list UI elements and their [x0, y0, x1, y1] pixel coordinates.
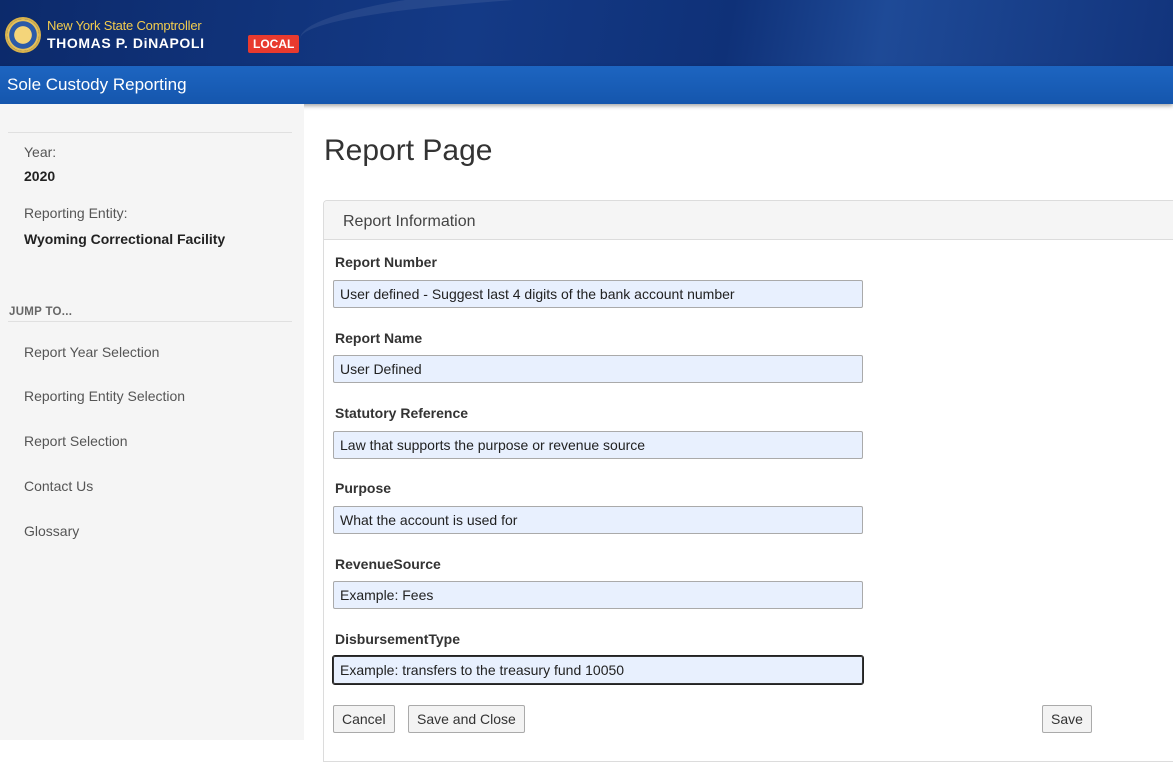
statutory-reference-label: Statutory Reference [335, 405, 469, 421]
local-badge: LOCAL [248, 35, 300, 53]
purpose-label: Purpose [335, 480, 392, 496]
app-nav-bar: Sole Custody Reporting [0, 66, 1173, 104]
save-and-close-button[interactable]: Save and Close [408, 705, 525, 733]
purpose-input[interactable] [333, 506, 863, 534]
sidebar: Year: 2020 Reporting Entity: Wyoming Cor… [0, 104, 304, 740]
page-title: Report Page [324, 134, 493, 167]
sidebar-link-report-selection[interactable]: Report Selection [24, 433, 128, 449]
divider [8, 132, 292, 133]
panel-heading: Report Information [324, 201, 1173, 240]
report-name-label: Report Name [335, 330, 423, 346]
sidebar-link-reporting-entity-selection[interactable]: Reporting Entity Selection [24, 388, 185, 404]
year-label: Year: [24, 144, 57, 160]
save-button[interactable]: Save [1042, 705, 1092, 733]
jump-to-heading: JUMP TO... [9, 306, 73, 318]
reporting-entity-value: Wyoming Correctional Facility [24, 231, 226, 247]
comptroller-name[interactable]: THOMAS P. DiNAPOLI [47, 35, 205, 51]
revenue-source-input[interactable] [333, 581, 863, 609]
sidebar-link-report-year-selection[interactable]: Report Year Selection [24, 344, 159, 360]
report-number-label: Report Number [335, 254, 437, 270]
nys-seal-logo[interactable] [7, 19, 39, 51]
statutory-reference-input[interactable] [333, 431, 863, 459]
org-name[interactable]: New York State Comptroller [47, 18, 202, 33]
site-banner: New York State Comptroller THOMAS P. DiN… [0, 0, 1173, 66]
app-title[interactable]: Sole Custody Reporting [7, 75, 187, 95]
sidebar-link-contact-us[interactable]: Contact Us [24, 478, 93, 494]
report-name-input[interactable] [333, 355, 863, 383]
cancel-button[interactable]: Cancel [333, 705, 395, 733]
disbursement-type-input[interactable] [332, 655, 864, 685]
revenue-source-label: RevenueSource [335, 556, 441, 572]
report-number-input[interactable] [333, 280, 863, 308]
divider [8, 321, 292, 322]
year-value: 2020 [24, 168, 56, 184]
panel-title: Report Information [343, 213, 476, 230]
disbursement-type-label: DisbursementType [335, 631, 460, 647]
reporting-entity-label: Reporting Entity: [24, 205, 128, 221]
sidebar-link-glossary[interactable]: Glossary [24, 523, 79, 539]
